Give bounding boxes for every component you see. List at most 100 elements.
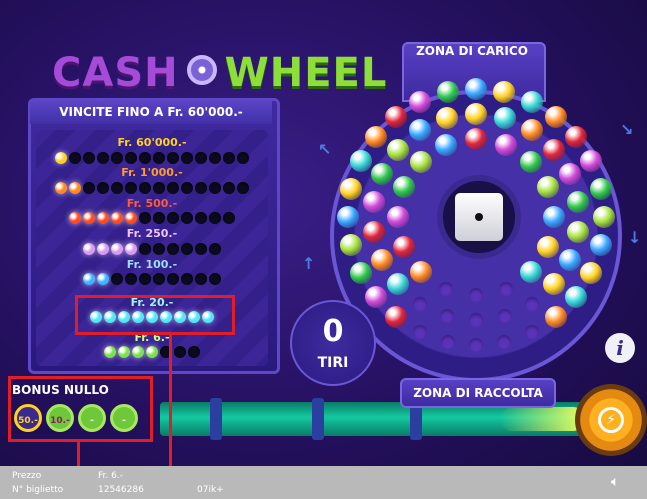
tier-dot-row: [69, 212, 235, 224]
tier-dot: [69, 182, 81, 194]
wheel-ball: [364, 126, 387, 149]
tier-dot: [209, 212, 221, 224]
footer-bar: Prezzo Fr. 6.- N° biglietto 12546286 07i…: [0, 466, 647, 499]
wheel-ball: [385, 105, 408, 128]
tube-glow: [500, 407, 585, 431]
tier-dot: [139, 182, 151, 194]
tier-dot: [223, 212, 235, 224]
wheel-ball: [580, 261, 603, 284]
tier-dot: [237, 182, 249, 194]
info-button[interactable]: i: [605, 333, 635, 363]
wheel-ball: [465, 78, 487, 100]
wheel-ball: [409, 150, 432, 173]
tier-dot: [181, 182, 193, 194]
tier-dot-row: [55, 182, 249, 194]
tier-dot: [97, 273, 109, 285]
wheel-logo-icon: [186, 55, 217, 85]
wheel-ball: [387, 206, 409, 228]
wheel-ball: [364, 285, 387, 308]
tier-dot: [111, 182, 123, 194]
tier-dot: [209, 243, 221, 255]
tier-dot: [188, 346, 200, 358]
tier-dot: [195, 182, 207, 194]
tier-dot: [69, 152, 81, 164]
tier-dot: [97, 212, 109, 224]
wheel-ball: [436, 81, 459, 104]
tier-dot: [139, 152, 151, 164]
tier-dot: [167, 212, 179, 224]
wheel-ball: [593, 206, 615, 228]
tier-dot-row: [83, 243, 221, 255]
wheel-ball: [542, 138, 565, 161]
arrow-up-icon: ↑: [302, 254, 316, 273]
wheel-ball: [520, 90, 543, 113]
tier-dot: [125, 152, 137, 164]
logo-wheel: WHEEL: [224, 50, 388, 96]
speaker-icon[interactable]: 🔈︎: [611, 474, 619, 490]
empty-slot: [498, 282, 513, 297]
empty-slot: [469, 288, 483, 302]
empty-slot: [469, 313, 483, 327]
empty-slot: [439, 308, 454, 323]
tier-label: Fr. 500.-: [126, 197, 178, 210]
wheel-ball: [520, 119, 543, 142]
price-label: Prezzo: [12, 471, 42, 481]
tier-dot: [167, 273, 179, 285]
tier-dot: [209, 182, 221, 194]
tier-dot: [111, 273, 123, 285]
tier-dot: [153, 243, 165, 255]
empty-slot: [524, 325, 539, 340]
tier-dot: [209, 273, 221, 285]
arrow-down-right-icon: ↘: [620, 120, 634, 139]
tier-dot: [111, 212, 123, 224]
tier-dot: [139, 243, 151, 255]
tier-dot: [209, 152, 221, 164]
tier-dot: [139, 212, 151, 224]
highlight-box-fr20: [75, 295, 235, 335]
wheel-ball: [465, 128, 487, 150]
tier-dot: [195, 212, 207, 224]
highlight-box-bonus: [8, 376, 153, 442]
logo-cash: CASH: [52, 50, 179, 96]
wheel-ball: [409, 90, 432, 113]
tier-label: Fr. 100.-: [126, 258, 178, 271]
prize-panel-title: VINCITE FINO A Fr. 60'000.-: [30, 100, 272, 124]
empty-slot: [440, 334, 455, 349]
wheel-ball: [349, 150, 372, 173]
wheel-ball: [565, 285, 588, 308]
tier-dot: [167, 182, 179, 194]
empty-slot: [524, 296, 539, 311]
tube-ring: [210, 398, 222, 440]
wheel-ball: [392, 235, 415, 258]
arrow-down-icon: ↓: [628, 228, 642, 247]
wheel-ball: [544, 306, 567, 329]
tier-label: Fr. 1'000.-: [121, 166, 183, 179]
tier-dot: [125, 212, 137, 224]
wheel-ball: [387, 138, 410, 161]
tier-dot: [146, 346, 158, 358]
tier-dot-row: [104, 346, 200, 358]
ticket-label: N° biglietto: [12, 485, 64, 495]
wheel-ball: [337, 206, 359, 228]
empty-slot: [413, 296, 428, 311]
tier-dot: [125, 182, 137, 194]
wheel-ball: [544, 105, 567, 128]
tube-ring: [312, 398, 324, 440]
tier-dot: [153, 273, 165, 285]
tier-dot: [237, 152, 249, 164]
tier-dot: [111, 152, 123, 164]
empty-slot: [498, 308, 513, 323]
wheel-ball: [558, 248, 581, 271]
tier-dot: [125, 243, 137, 255]
tier-dot: [83, 212, 95, 224]
tier-dot: [153, 182, 165, 194]
wheel-ball: [494, 133, 517, 156]
tier-dot-row: [83, 273, 221, 285]
tier-label: Fr. 250.-: [126, 227, 178, 240]
tier-dot: [153, 212, 165, 224]
wheel-ball: [340, 177, 363, 200]
die-pip: [475, 213, 483, 221]
game-logo: CASH WHEEL: [52, 50, 387, 96]
die-icon[interactable]: [455, 193, 503, 241]
tier-dot: [153, 152, 165, 164]
